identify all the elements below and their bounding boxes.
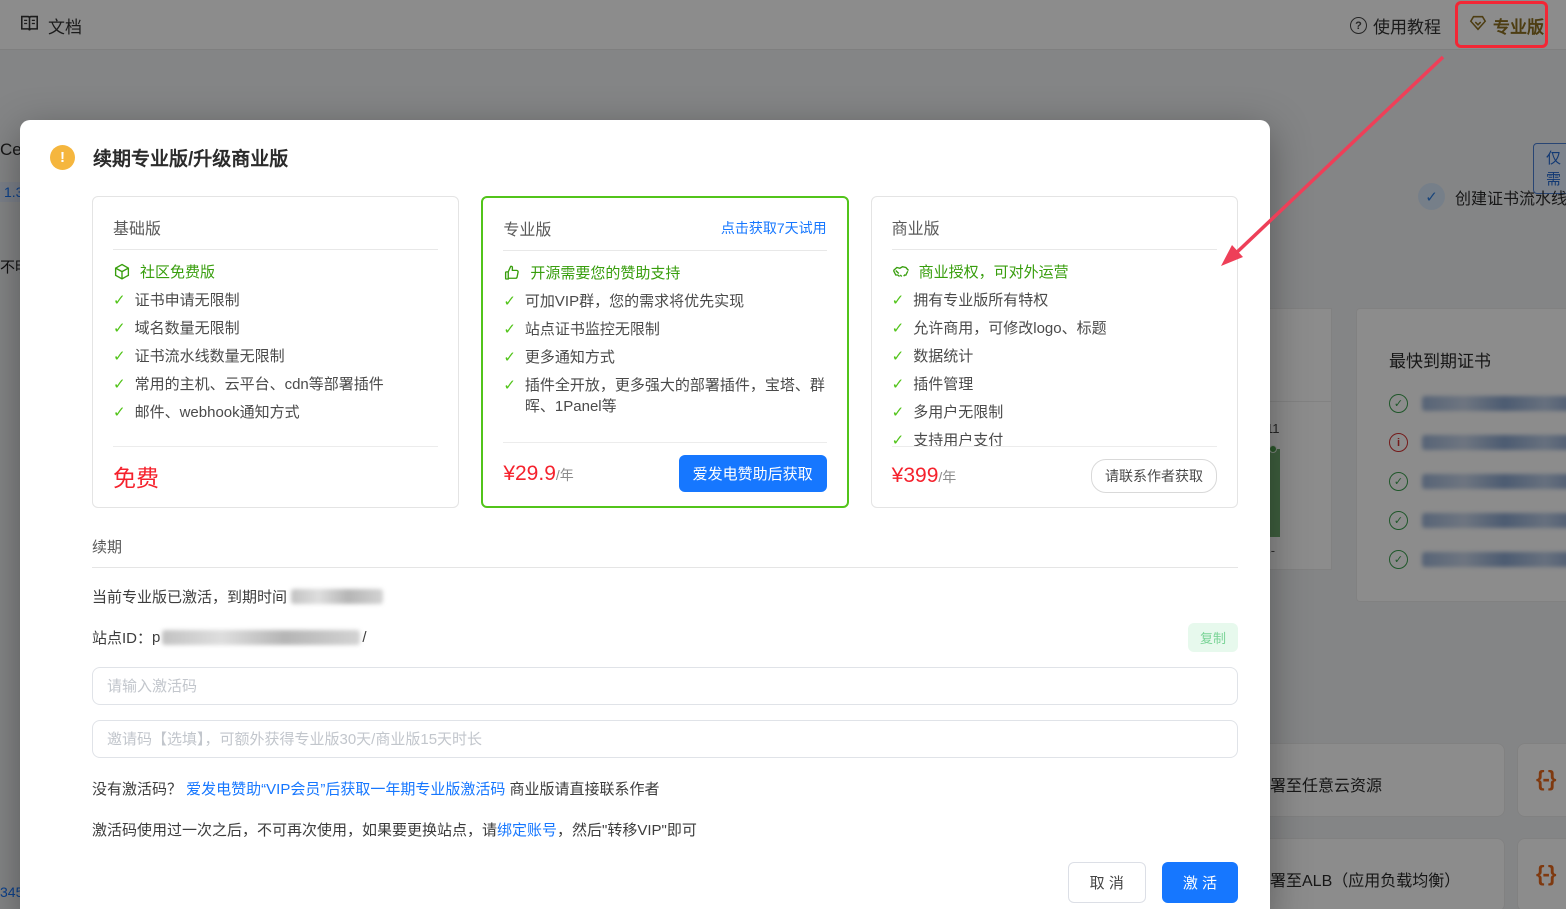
- plan-feature: 证书流水线数量无限制: [134, 348, 285, 365]
- cancel-button[interactable]: 取 消: [1067, 862, 1146, 903]
- app-screen: 文档 ? 使用教程 专业版 Cer 1.3 不明 345 仅需 ✓ 创建证书流水…: [0, 0, 1566, 909]
- help1-prefix: 没有激活码？: [92, 781, 187, 798]
- modal-title: 续期专业版/升级商业版: [93, 149, 289, 170]
- trial-link[interactable]: 点击获取7天试用: [721, 218, 827, 238]
- check-icon: ✓: [891, 320, 905, 337]
- check-icon: ✓: [113, 376, 126, 393]
- plan-price: ¥29.9: [503, 461, 556, 485]
- plan-price-unit: /年: [938, 469, 957, 485]
- check-icon: ✓: [891, 348, 905, 365]
- help1-suffix: 商业版请直接联系作者: [505, 781, 660, 798]
- sponsor-get-button[interactable]: 爱发电赞助后获取: [678, 455, 827, 492]
- plan-name: 专业版: [503, 222, 552, 239]
- activation-status-text: 当前专业版已激活，到期时间: [92, 589, 288, 606]
- plan-cards: 基础版 社区免费版 ✓ 证书申请无限制 ✓ 域名数量无限制 ✓ 证书流水线数量无限制 …: [92, 196, 1238, 508]
- plan-feature: 允许商用，可修改logo、标题: [913, 320, 1107, 337]
- help-line-1: 没有激活码？ 爱发电赞助“VIP会员”后获取一年期专业版激活码 商业版请直接联系…: [92, 778, 1238, 799]
- check-icon: ✓: [113, 348, 126, 365]
- plan-price-unit: /年: [555, 466, 574, 483]
- help2-suffix: ，然后"转移VIP"即可: [557, 822, 697, 839]
- check-icon: ✓: [891, 404, 905, 421]
- contact-author-button[interactable]: 请联系作者获取: [1091, 459, 1217, 493]
- plan-feature: 站点证书监控无限制: [524, 321, 660, 338]
- check-icon: ✓: [113, 320, 126, 337]
- cube-icon: [113, 263, 131, 283]
- plan-price: ¥399: [891, 464, 939, 487]
- redacted-site-id: [162, 630, 361, 645]
- plan-name: 基础版: [113, 221, 162, 238]
- plan-feature: 插件管理: [913, 376, 974, 393]
- redacted-expiry-date: [291, 589, 384, 604]
- handshake-icon: [892, 263, 910, 283]
- plan-card-pro: 专业版 点击获取7天试用 开源需要您的赞助支持 ✓ 可加VIP群，您的需求将优先实…: [481, 196, 849, 508]
- plan-highlight: 商业授权，可对外运营: [918, 264, 1069, 281]
- plan-feature: 多用户无限制: [913, 404, 1004, 421]
- plan-card-basic: 基础版 社区免费版 ✓ 证书申请无限制 ✓ 域名数量无限制 ✓ 证书流水线数量无限制 …: [92, 196, 460, 508]
- check-icon: ✓: [503, 293, 516, 310]
- divider: [92, 567, 1238, 568]
- plan-feature: 域名数量无限制: [134, 320, 240, 337]
- check-icon: ✓: [503, 321, 516, 338]
- plan-card-business: 商业版 商业授权，可对外运营 ✓ 拥有专业版所有特权 ✓ 允许商用，可修改logo、…: [870, 196, 1238, 508]
- activation-status-line: 当前专业版已激活，到期时间: [92, 586, 1238, 607]
- activation-code-input[interactable]: [92, 667, 1238, 705]
- sponsor-link[interactable]: 爱发电赞助“VIP会员”后获取一年期专业版激活码: [186, 781, 505, 798]
- plan-feature: 插件全开放，更多强大的部署插件，宝塔、群晖、1Panel等: [524, 377, 825, 415]
- plan-highlight: 开源需要您的赞助支持: [530, 265, 681, 282]
- site-id-suffix: /: [362, 629, 367, 646]
- plan-price: 免费: [113, 465, 159, 491]
- help-line-2: 激活码使用过一次之后，不可再次使用，如果要更换站点，请绑定账号，然后"转移VIP…: [92, 819, 1238, 840]
- plan-name: 商业版: [891, 221, 940, 238]
- plan-feature: 拥有专业版所有特权: [913, 292, 1049, 309]
- check-icon: ✓: [113, 404, 126, 421]
- plan-feature: 邮件、webhook通知方式: [134, 404, 300, 421]
- activate-button[interactable]: 激 活: [1161, 862, 1238, 903]
- invite-code-input[interactable]: [92, 720, 1238, 758]
- site-id-label: 站点ID：: [92, 630, 153, 647]
- renew-section-label: 续期: [92, 539, 123, 556]
- site-id-prefix: p: [152, 629, 161, 646]
- plan-feature: 常用的主机、云平台、cdn等部署插件: [134, 376, 384, 393]
- copy-button[interactable]: 复制: [1187, 623, 1238, 652]
- thumbs-up-icon: [503, 264, 521, 284]
- plan-feature: 证书申请无限制: [134, 292, 240, 309]
- check-icon: ✓: [891, 292, 905, 309]
- check-icon: ✓: [891, 376, 905, 393]
- site-id-line: 站点ID： p / 复制: [92, 623, 1238, 652]
- alert-icon: !: [50, 145, 75, 170]
- plan-feature: 数据统计: [913, 348, 974, 365]
- check-icon: ✓: [503, 377, 516, 394]
- plan-highlight: 社区免费版: [140, 264, 216, 281]
- upgrade-modal: ! 续期专业版/升级商业版 基础版 社区免费版 ✓ 证书申请无限制 ✓ 域名数量…: [20, 120, 1270, 909]
- plan-feature: 更多通知方式: [524, 349, 615, 366]
- help2-prefix: 激活码使用过一次之后，不可再次使用，如果要更换站点，请: [92, 822, 498, 839]
- plan-feature: 可加VIP群，您的需求将优先实现: [524, 293, 745, 310]
- bind-account-link[interactable]: 绑定账号: [497, 822, 557, 839]
- check-icon: ✓: [113, 292, 126, 309]
- check-icon: ✓: [503, 349, 516, 366]
